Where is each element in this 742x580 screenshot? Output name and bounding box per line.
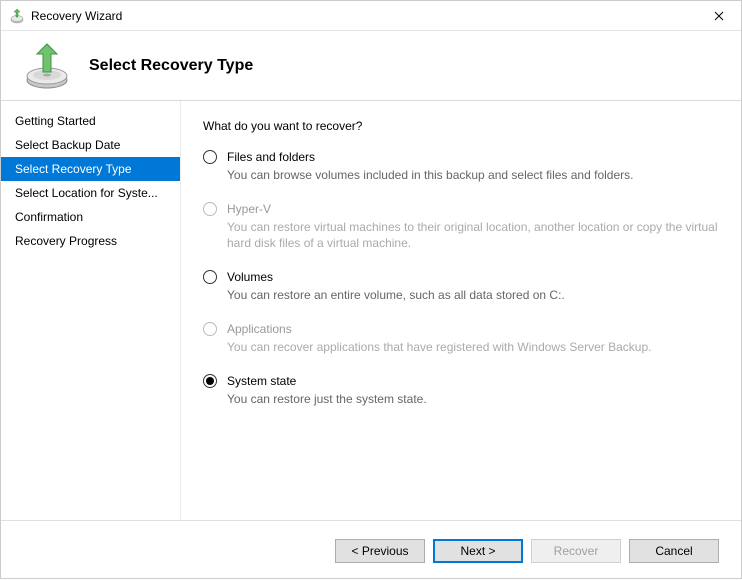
cancel-button[interactable]: Cancel — [629, 539, 719, 563]
recover-button: Recover — [531, 539, 621, 563]
titlebar: Recovery Wizard — [1, 1, 741, 31]
option-files-folders[interactable]: Files and folders You can browse volumes… — [203, 149, 719, 183]
option-desc: You can restore just the system state. — [227, 391, 719, 407]
page-title: Select Recovery Type — [89, 57, 253, 75]
wizard-header: Select Recovery Type — [1, 31, 741, 101]
radio-volumes[interactable] — [203, 270, 217, 284]
option-applications: Applications You can recover application… — [203, 321, 719, 355]
option-volumes[interactable]: Volumes You can restore an entire volume… — [203, 269, 719, 303]
sidebar-item-select-location[interactable]: Select Location for Syste... — [1, 181, 180, 205]
sidebar-item-select-recovery-type[interactable]: Select Recovery Type — [1, 157, 180, 181]
option-title: Files and folders — [227, 149, 719, 165]
option-desc: You can recover applications that have r… — [227, 339, 719, 355]
wizard-steps-sidebar: Getting Started Select Backup Date Selec… — [1, 101, 181, 520]
option-system-state[interactable]: System state You can restore just the sy… — [203, 373, 719, 407]
sidebar-item-recovery-progress[interactable]: Recovery Progress — [1, 229, 180, 253]
recovery-wizard-icon — [9, 8, 25, 24]
close-button[interactable] — [696, 1, 741, 31]
next-button[interactable]: Next > — [433, 539, 523, 563]
sidebar-item-confirmation[interactable]: Confirmation — [1, 205, 180, 229]
radio-applications — [203, 322, 217, 336]
option-title: Hyper-V — [227, 201, 719, 217]
window-title: Recovery Wizard — [31, 9, 122, 23]
sidebar-item-select-backup-date[interactable]: Select Backup Date — [1, 133, 180, 157]
sidebar-item-getting-started[interactable]: Getting Started — [1, 109, 180, 133]
option-desc: You can restore an entire volume, such a… — [227, 287, 719, 303]
radio-system-state[interactable] — [203, 374, 217, 388]
radio-hyper-v — [203, 202, 217, 216]
option-title: System state — [227, 373, 719, 389]
content-prompt: What do you want to recover? — [203, 119, 719, 133]
wizard-footer: < Previous Next > Recover Cancel — [1, 520, 741, 580]
option-desc: You can restore virtual machines to thei… — [227, 219, 719, 251]
option-title: Applications — [227, 321, 719, 337]
recovery-header-icon — [23, 42, 71, 90]
previous-button[interactable]: < Previous — [335, 539, 425, 563]
option-title: Volumes — [227, 269, 719, 285]
option-hyper-v: Hyper-V You can restore virtual machines… — [203, 201, 719, 251]
option-desc: You can browse volumes included in this … — [227, 167, 719, 183]
wizard-content: What do you want to recover? Files and f… — [181, 101, 741, 520]
radio-files-folders[interactable] — [203, 150, 217, 164]
